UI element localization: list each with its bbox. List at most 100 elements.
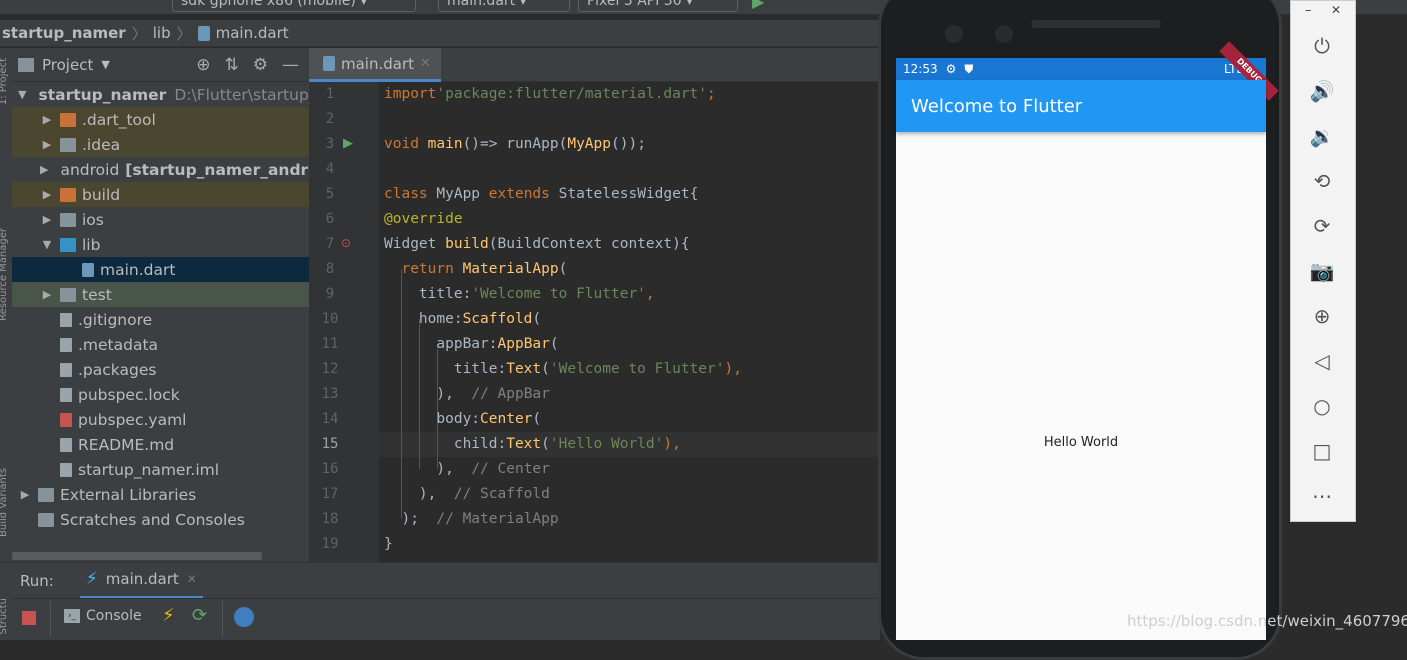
tree-item[interactable]: ▶ .dart_tool xyxy=(12,107,309,132)
camera-icon[interactable]: 📷 xyxy=(1307,256,1337,286)
build-variants-tab[interactable]: Build Variants xyxy=(0,468,9,537)
code-token: child: xyxy=(384,436,507,452)
avd-selector-label: Pixel 3 API 30 xyxy=(587,0,682,9)
minimize-icon[interactable]: — xyxy=(282,55,299,75)
breadcrumb-project[interactable]: startup_namer xyxy=(2,24,126,42)
tree-item[interactable]: ▶ android [startup_namer_andro xyxy=(12,157,309,182)
volume-up-icon[interactable]: 🔊 xyxy=(1307,76,1337,106)
tree-item[interactable]: ▼ lib xyxy=(12,232,309,257)
gear-icon: ⚙ xyxy=(945,62,957,76)
tree-item[interactable]: Scratches and Consoles xyxy=(12,507,309,532)
close-icon[interactable]: ✕ xyxy=(1331,3,1341,17)
device-selector[interactable]: sdk gphone x86 (mobile) ▾ xyxy=(172,0,416,12)
code-line: title:'Welcome to Flutter', xyxy=(384,282,655,307)
chevron-right-icon[interactable]: ▶ xyxy=(40,213,54,226)
watermark: https://blog.csdn.net/weixin_46077965 xyxy=(1127,612,1407,630)
tree-item[interactable]: ▶ External Libraries xyxy=(12,482,309,507)
device-screen[interactable]: 12:53 ⚙ ⛊ LTE DEBUG Welcome to Flutter H… xyxy=(896,41,1279,640)
home-icon[interactable]: ○ xyxy=(1307,391,1337,421)
minimize-icon[interactable]: – xyxy=(1305,3,1312,18)
chevron-right-icon[interactable]: ▶ xyxy=(40,288,54,301)
more-icon[interactable]: ⋯ xyxy=(1307,481,1337,511)
chevron-down-icon[interactable]: ▼ xyxy=(101,58,109,71)
code-token: Widget xyxy=(384,236,446,252)
chevron-right-icon[interactable]: ▶ xyxy=(18,488,32,501)
code-token: return xyxy=(384,261,463,277)
folder-icon xyxy=(60,212,76,227)
tab-main-dart[interactable]: main.dart ✕ xyxy=(309,48,441,82)
chevron-right-icon[interactable]: ▶ xyxy=(40,188,54,201)
code-token: ( xyxy=(541,361,550,377)
code-token: 'Welcome to Flutter' xyxy=(471,286,646,302)
chevron-right-icon[interactable]: ▶ xyxy=(40,163,48,176)
line-number: 10 xyxy=(321,311,339,327)
horizontal-scrollbar[interactable] xyxy=(12,552,262,560)
avd-selector[interactable]: Pixel 3 API 30 ▾ xyxy=(578,0,738,12)
project-tree: ▼ startup_namer D:\Flutter\startup_ ▶ .dart_… xyxy=(12,82,309,562)
resource-manager-tab[interactable]: Resource Manager xyxy=(0,228,9,321)
run-tab-main-dart[interactable]: ⚡ main.dart ✕ xyxy=(79,563,203,599)
code-token: build xyxy=(445,236,489,252)
zoom-icon[interactable]: ⊕ xyxy=(1307,301,1337,331)
override-gutter-icon[interactable]: ⊙ xyxy=(341,236,351,250)
line-number: 1 xyxy=(325,86,335,102)
code-token: Scaffold xyxy=(462,311,533,327)
overview-icon[interactable]: □ xyxy=(1307,436,1337,466)
code-token: class xyxy=(384,186,437,202)
chevron-down-icon[interactable]: ▼ xyxy=(18,88,26,101)
breadcrumb-file[interactable]: main.dart xyxy=(216,24,289,42)
rotate-right-icon[interactable]: ⟳ xyxy=(1307,211,1337,241)
stop-icon[interactable] xyxy=(22,611,36,625)
tree-item[interactable]: pubspec.lock xyxy=(12,382,309,407)
console-tab[interactable]: ›_ Console xyxy=(64,608,142,624)
tree-item[interactable]: .gitignore xyxy=(12,307,309,332)
run-gutter-icon[interactable]: ▶ xyxy=(343,136,353,151)
hot-reload-icon[interactable]: ⚡ xyxy=(162,605,175,626)
code-editor[interactable]: import'package:flutter/material.dart'; vo… xyxy=(379,82,880,562)
collapse-all-icon[interactable]: ⇅ xyxy=(225,55,239,75)
tree-item[interactable]: ▶ test xyxy=(12,282,309,307)
tree-item[interactable]: startup_namer.iml xyxy=(12,457,309,482)
code-token: // Scaffold xyxy=(453,486,550,502)
project-tool-tab[interactable]: 1: Project xyxy=(0,58,9,105)
close-icon[interactable]: ✕ xyxy=(420,56,431,71)
close-icon[interactable]: ✕ xyxy=(187,572,197,586)
code-token: MyApp xyxy=(436,186,489,202)
tree-item[interactable]: ▶ ios xyxy=(12,207,309,232)
tree-item[interactable]: main.dart xyxy=(12,257,309,282)
code-token: StatelessWidget{ xyxy=(558,186,699,202)
code-token: ); xyxy=(384,511,437,527)
code-line: appBar:AppBar( xyxy=(384,332,558,357)
line-number: 12 xyxy=(321,361,339,377)
tree-item[interactable]: README.md xyxy=(12,432,309,457)
rotate-left-icon[interactable]: ⟲ xyxy=(1307,166,1337,196)
tree-item[interactable]: pubspec.yaml xyxy=(12,407,309,432)
run-icon[interactable]: ▶ xyxy=(752,0,764,11)
tree-item[interactable]: .metadata xyxy=(12,332,309,357)
tree-item-detail: [startup_namer_andro xyxy=(125,160,309,179)
run-config-selector[interactable]: main.dart ▾ xyxy=(438,0,570,12)
breadcrumb-folder[interactable]: lib xyxy=(153,24,171,42)
locate-icon[interactable]: ⊕ xyxy=(196,55,210,75)
tree-item[interactable]: ▶ .idea xyxy=(12,132,309,157)
dart-file-icon xyxy=(323,56,335,71)
tree-item[interactable]: .packages xyxy=(12,357,309,382)
back-icon[interactable]: ◁ xyxy=(1307,346,1337,376)
chevron-down-icon[interactable]: ▼ xyxy=(40,238,54,251)
hot-restart-icon[interactable]: ⟳ xyxy=(192,605,207,626)
code-line: ); // MaterialApp xyxy=(384,507,558,532)
tree-item-label: startup_namer xyxy=(38,85,167,104)
volume-down-icon[interactable]: 🔉 xyxy=(1307,121,1337,151)
gear-icon[interactable]: ⚙ xyxy=(253,55,268,75)
dart-devtools-icon[interactable] xyxy=(234,607,254,627)
code-token: 'Welcome to Flutter' xyxy=(549,361,725,377)
project-view-selector[interactable]: Project xyxy=(42,56,93,74)
code-token: appBar: xyxy=(384,336,498,352)
power-icon[interactable]: ⏻ xyxy=(1307,31,1337,61)
chevron-right-icon[interactable]: ▶ xyxy=(40,138,54,151)
chevron-right-icon[interactable]: ▶ xyxy=(40,113,54,126)
tree-item-label: ios xyxy=(82,210,104,229)
tree-item[interactable]: ▼ startup_namer D:\Flutter\startup_ xyxy=(12,82,309,107)
tree-item[interactable]: ▶ build xyxy=(12,182,309,207)
breadcrumb: startup_namer 〉 lib 〉 main.dart xyxy=(0,20,880,47)
